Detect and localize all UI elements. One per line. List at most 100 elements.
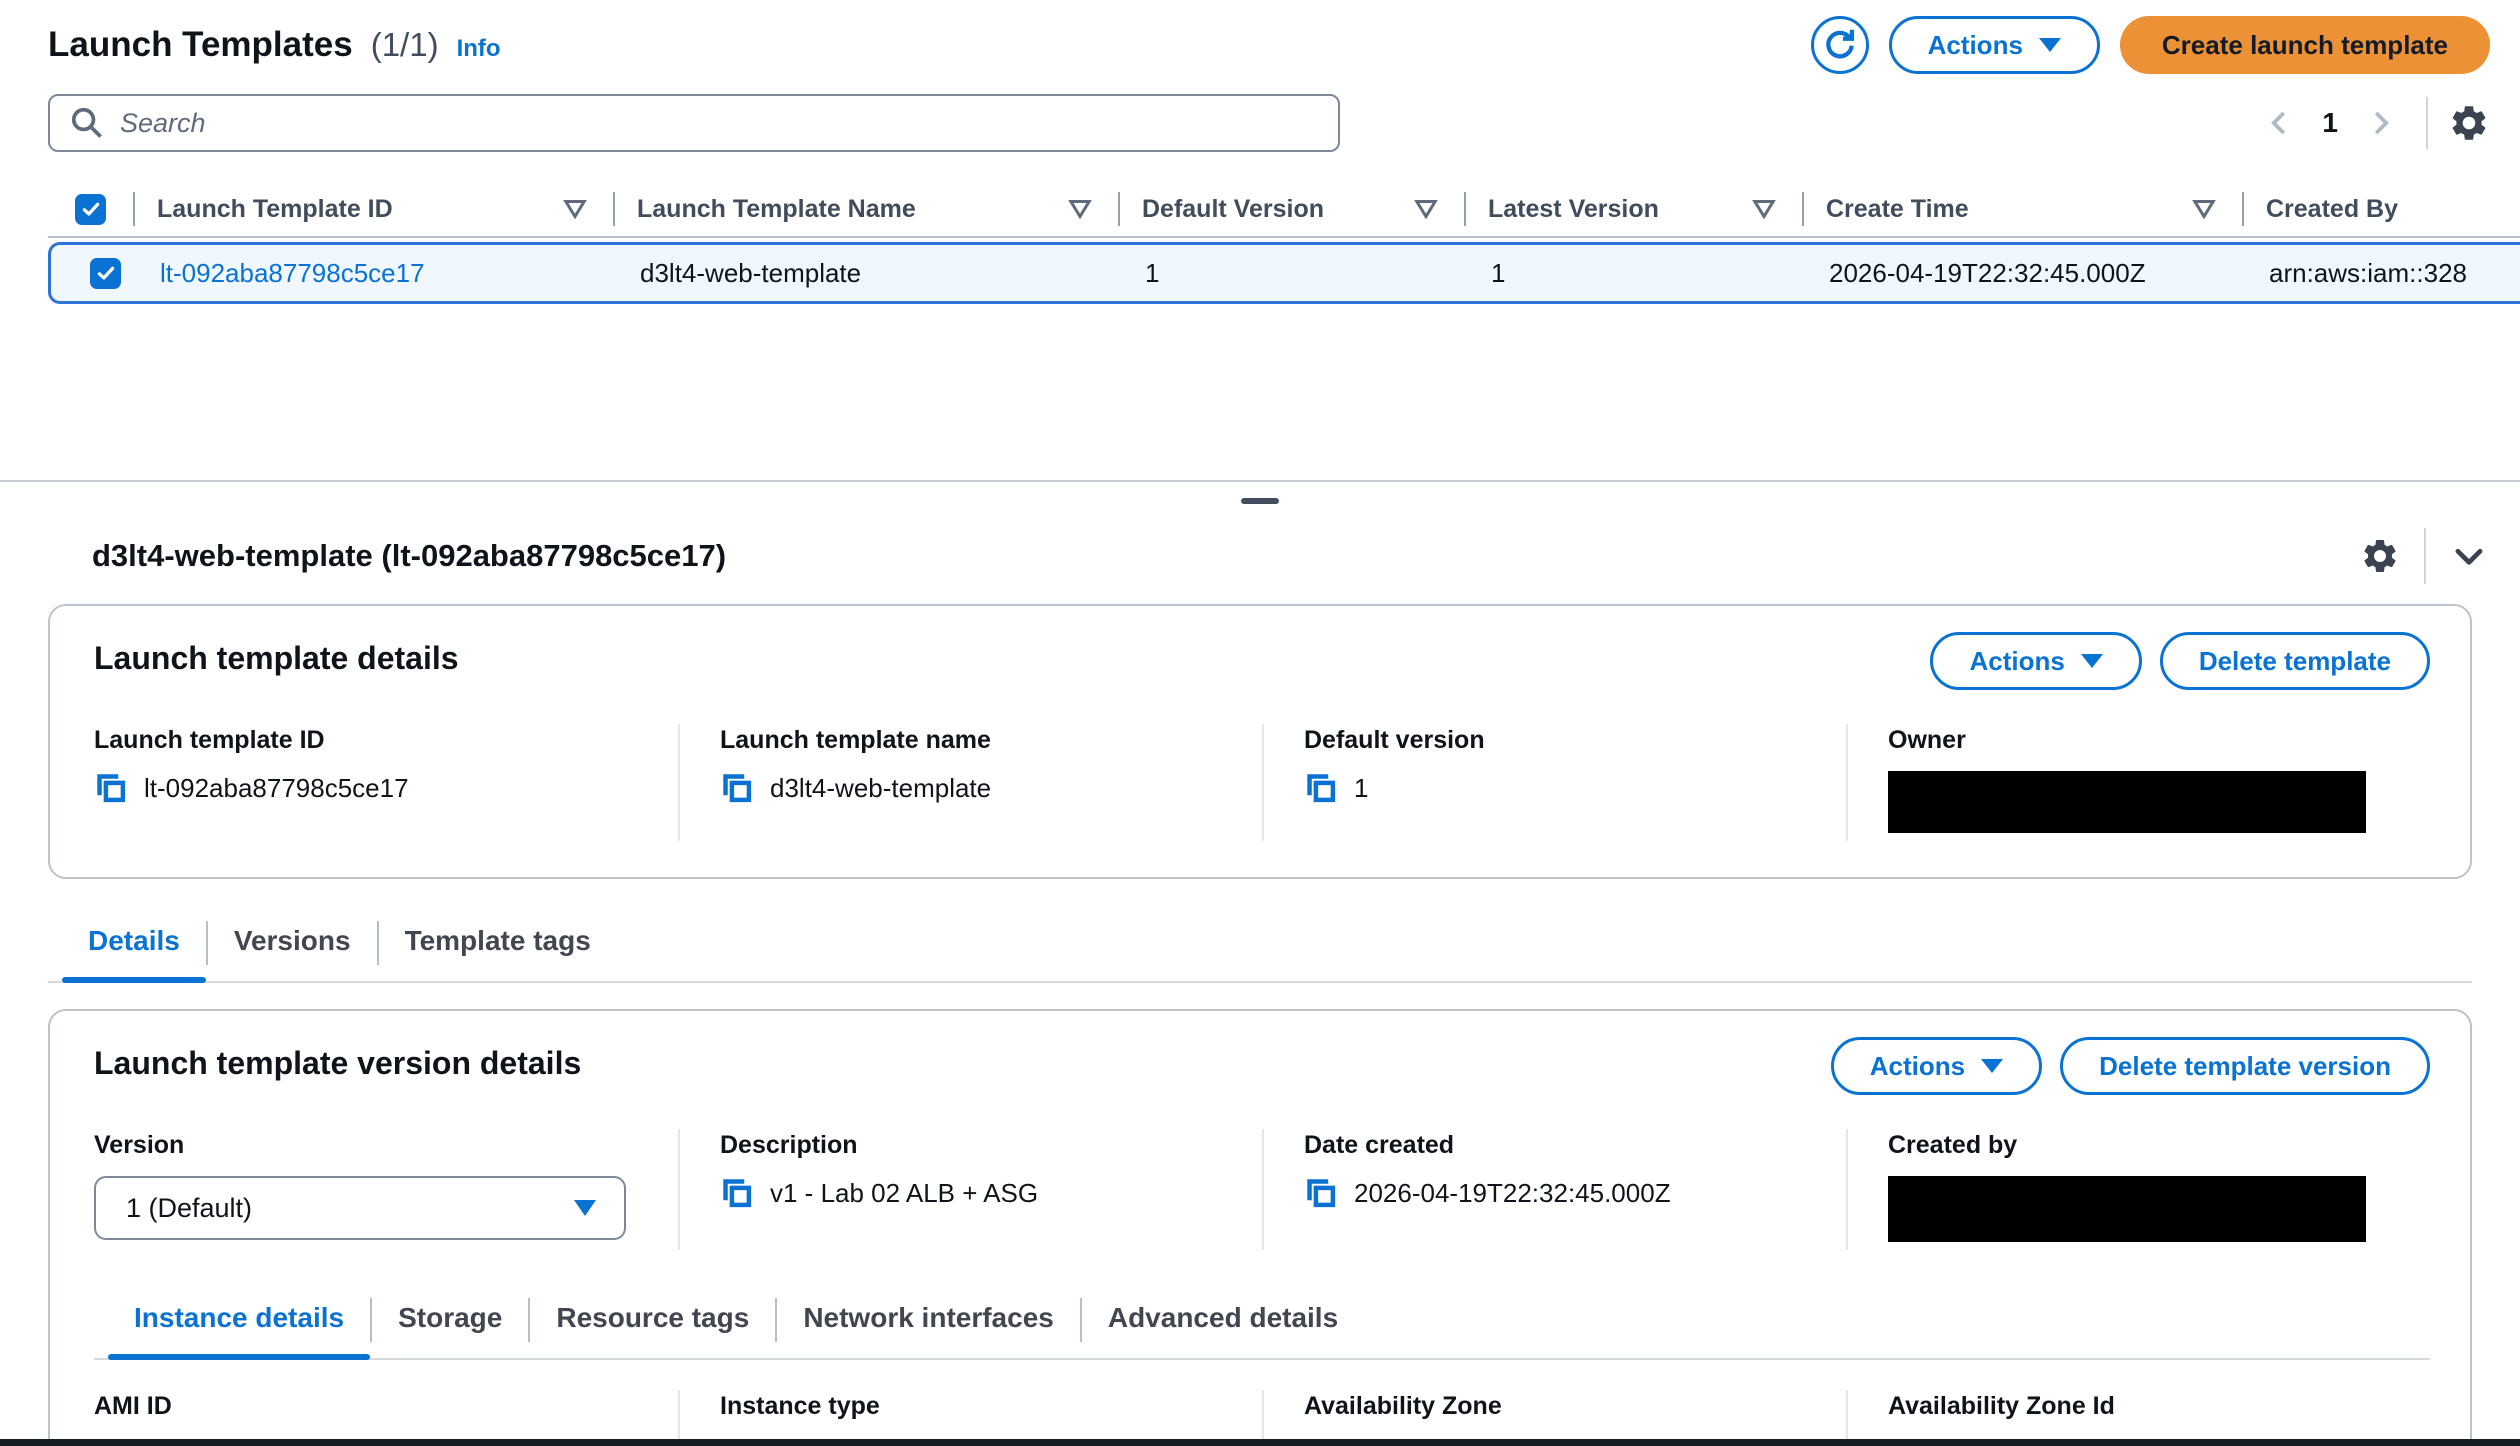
- chevron-down-icon: [2450, 537, 2488, 575]
- bottom-edge-bar: [0, 1439, 2520, 1446]
- drag-handle-icon[interactable]: [1241, 498, 1279, 504]
- filter-icon[interactable]: [1414, 199, 1438, 219]
- version-select[interactable]: 1 (Default): [94, 1176, 626, 1240]
- field-value: lt-092aba87798c5ce17: [144, 773, 409, 804]
- template-id-link[interactable]: lt-092aba87798c5ce17: [160, 258, 425, 288]
- column-header-launch-template-id[interactable]: Launch Template ID: [133, 192, 613, 226]
- field-label: Instance type: [720, 1392, 1232, 1421]
- create-launch-template-label: Create launch template: [2162, 30, 2448, 61]
- row-checkbox[interactable]: [90, 258, 121, 289]
- cell-create-time: 2026-04-19T22:32:45.000Z: [1805, 258, 2245, 289]
- preferences-button[interactable]: [2448, 102, 2490, 144]
- table-header-row: Launch Template ID Launch Template Name …: [48, 182, 2520, 238]
- refresh-icon: [1822, 27, 1858, 63]
- field-label: Launch template name: [720, 726, 1232, 755]
- field-value: v1 - Lab 02 ALB + ASG: [770, 1178, 1038, 1209]
- ec2-launch-templates-page: Launch Templates (1/1) Info Actions: [0, 0, 2520, 1446]
- filter-icon[interactable]: [1752, 199, 1776, 219]
- field-label: Date created: [1304, 1131, 1816, 1160]
- panel-preferences-button[interactable]: [2360, 536, 2400, 576]
- prev-page-button[interactable]: [2254, 97, 2306, 149]
- launch-template-details-card: Launch template details Actions Delete t…: [48, 604, 2472, 879]
- result-counter: (1/1): [371, 26, 439, 64]
- divider: [2426, 97, 2428, 149]
- details-actions-button[interactable]: Actions: [1930, 632, 2141, 690]
- filter-icon[interactable]: [2192, 199, 2216, 219]
- list-actions-button[interactable]: Actions: [1889, 16, 2100, 74]
- refresh-button[interactable]: [1811, 16, 1869, 74]
- page-title: Launch Templates: [48, 25, 353, 65]
- info-link[interactable]: Info: [457, 35, 501, 63]
- divider: [2424, 528, 2426, 584]
- copy-icon[interactable]: [1304, 771, 1338, 805]
- column-header-created-by[interactable]: Created By: [2242, 192, 2520, 226]
- created-by-value-redacted: [1888, 1176, 2366, 1242]
- caret-down-icon: [2081, 654, 2103, 668]
- version-select-label: Version: [94, 1131, 648, 1160]
- delete-template-version-button[interactable]: Delete template version: [2060, 1037, 2430, 1095]
- version-select-value: 1 (Default): [126, 1193, 252, 1224]
- version-card-title: Launch template version details: [94, 1045, 581, 1082]
- column-header-create-time[interactable]: Create Time: [1802, 192, 2242, 226]
- next-page-button[interactable]: [2354, 97, 2406, 149]
- caret-down-icon: [574, 1200, 596, 1216]
- column-header-launch-template-name[interactable]: Launch Template Name: [613, 192, 1118, 226]
- column-header-latest-version[interactable]: Latest Version: [1464, 192, 1802, 226]
- field-label: Owner: [1888, 726, 2400, 755]
- tab-advanced-details[interactable]: Advanced details: [1082, 1294, 1364, 1358]
- column-header-default-version[interactable]: Default Version: [1118, 192, 1464, 226]
- caret-down-icon: [1981, 1059, 2003, 1073]
- version-actions-button[interactable]: Actions: [1831, 1037, 2042, 1095]
- current-page[interactable]: 1: [2306, 107, 2354, 139]
- tab-details[interactable]: Details: [62, 917, 206, 981]
- field-label: Description: [720, 1131, 1232, 1160]
- detail-tabs: Details Versions Template tags: [48, 917, 2472, 983]
- copy-icon[interactable]: [94, 771, 128, 805]
- gear-icon: [2360, 536, 2400, 576]
- search-input[interactable]: [120, 108, 1318, 139]
- cell-default-version: 1: [1121, 258, 1467, 289]
- cell-latest-version: 1: [1467, 258, 1805, 289]
- tab-template-tags[interactable]: Template tags: [379, 917, 617, 981]
- table-row[interactable]: lt-092aba87798c5ce17 d3lt4-web-template …: [48, 242, 2520, 304]
- field-label: Created by: [1888, 1131, 2400, 1160]
- field-label: Availability Zone Id: [1888, 1392, 2400, 1421]
- split-panel-divider[interactable]: [0, 480, 2520, 524]
- tab-versions[interactable]: Versions: [208, 917, 377, 981]
- chevron-left-icon: [2265, 108, 2295, 138]
- chevron-right-icon: [2365, 108, 2395, 138]
- field-label: Launch template ID: [94, 726, 648, 755]
- filter-icon[interactable]: [1068, 199, 1092, 219]
- list-header: Launch Templates (1/1) Info Actions: [48, 16, 2520, 74]
- search-icon: [70, 106, 104, 140]
- copy-icon[interactable]: [720, 1176, 754, 1210]
- collapse-panel-button[interactable]: [2450, 537, 2488, 575]
- version-detail-tabs: Instance details Storage Resource tags N…: [94, 1294, 2430, 1360]
- delete-template-button[interactable]: Delete template: [2160, 632, 2430, 690]
- copy-icon[interactable]: [1304, 1176, 1338, 1210]
- select-all-checkbox[interactable]: [75, 194, 106, 225]
- cell-created-by: arn:aws:iam::328: [2245, 258, 2520, 289]
- create-launch-template-button[interactable]: Create launch template: [2120, 16, 2490, 74]
- field-value: d3lt4-web-template: [770, 773, 991, 804]
- filter-icon[interactable]: [563, 199, 587, 219]
- launch-templates-list-panel: Launch Templates (1/1) Info Actions: [0, 0, 2520, 480]
- filter-row: 1: [48, 94, 2520, 152]
- field-label: Availability Zone: [1304, 1392, 1816, 1421]
- field-label: AMI ID: [94, 1392, 648, 1421]
- pagination: 1: [2254, 97, 2490, 149]
- tab-storage[interactable]: Storage: [372, 1294, 528, 1358]
- version-details-card: Launch template version details Actions …: [48, 1009, 2472, 1446]
- field-label: Default version: [1304, 726, 1816, 755]
- tab-instance-details[interactable]: Instance details: [108, 1294, 370, 1358]
- field-value: 2026-04-19T22:32:45.000Z: [1354, 1178, 1671, 1209]
- list-actions-label: Actions: [1928, 30, 2023, 61]
- tab-resource-tags[interactable]: Resource tags: [530, 1294, 775, 1358]
- tab-network-interfaces[interactable]: Network interfaces: [777, 1294, 1080, 1358]
- cell-template-name: d3lt4-web-template: [616, 258, 1121, 289]
- caret-down-icon: [2039, 38, 2061, 52]
- search-box[interactable]: [48, 94, 1340, 152]
- owner-value-redacted: [1888, 771, 2366, 833]
- copy-icon[interactable]: [720, 771, 754, 805]
- detail-panel-title: d3lt4-web-template (lt-092aba87798c5ce17…: [92, 538, 726, 574]
